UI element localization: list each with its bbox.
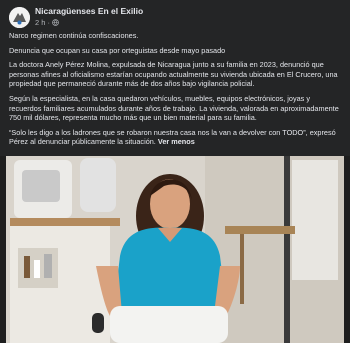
post-paragraph: Narco regimen continúa confiscaciones. [9,31,139,40]
post-header: Nicaragüenses En el Exilio 2 h · [9,6,341,30]
post-paragraph-last: “Solo les digo a los ladrones que se rob… [9,128,343,147]
post-time[interactable]: 2 h [35,18,45,27]
page-avatar[interactable] [9,7,30,28]
see-less-link[interactable]: Ver menos [158,137,195,146]
post-image [0,156,350,343]
post-paragraph: Denuncia que ocupan su casa por orteguis… [9,45,226,55]
post-body: Narco regimen continúa confiscaciones. D… [9,31,343,152]
post-paragraph: La doctora Anely Pérez Molina, expulsada… [9,60,338,89]
post-photo[interactable] [0,156,350,343]
post-meta: 2 h · [35,18,59,27]
page-name-link[interactable]: Nicaragüenses En el Exilio [35,6,143,16]
post-paragraph: Según la especialista, en la casa quedar… [9,93,339,123]
page-logo-icon [9,7,30,28]
globe-icon [52,19,59,26]
